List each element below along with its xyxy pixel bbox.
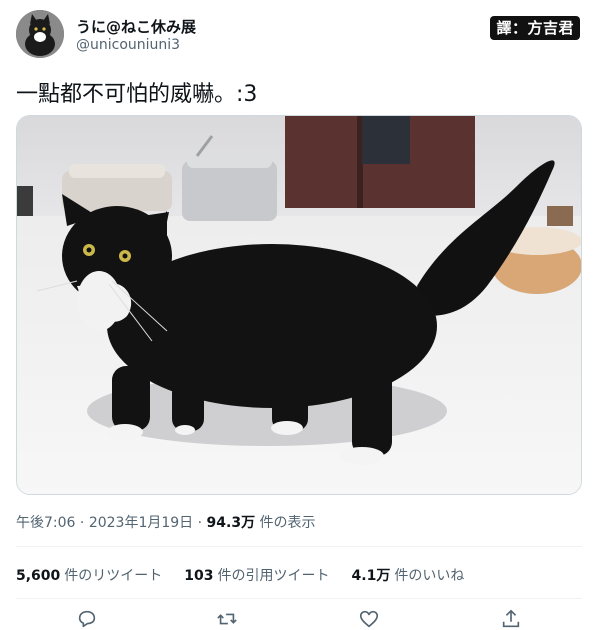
tweet-text: 一點都不可怕的威嚇。:3 bbox=[16, 82, 258, 107]
likes-stat[interactable]: 4.1万 件のいいね bbox=[352, 565, 465, 585]
retweets-label: 件のリツイート bbox=[64, 568, 163, 584]
reply-icon bbox=[78, 610, 96, 628]
quotes-label: 件の引用ツイート bbox=[217, 568, 330, 584]
tweet-stats: 5,600 件のリツイート 103 件の引用ツイート 4.1万 件のいいね bbox=[16, 565, 464, 585]
reply-button[interactable] bbox=[76, 608, 100, 630]
share-button[interactable] bbox=[500, 608, 524, 630]
quotes-stat[interactable]: 103 件の引用ツイート bbox=[184, 565, 329, 585]
share-icon bbox=[502, 609, 520, 628]
views-count: 94.3万 bbox=[206, 515, 256, 531]
tweet-time[interactable]: 午後7:06 bbox=[16, 515, 75, 531]
quotes-count: 103 bbox=[184, 568, 214, 584]
user-display-name[interactable]: うに@ねこ休み展 bbox=[76, 16, 196, 37]
meta-separator: · bbox=[79, 515, 89, 531]
meta-separator: · bbox=[197, 515, 207, 531]
avatar[interactable] bbox=[16, 10, 64, 58]
retweet-icon bbox=[217, 613, 237, 625]
retweets-stat[interactable]: 5,600 件のリツイート bbox=[16, 565, 162, 585]
tweet-photo[interactable] bbox=[16, 115, 582, 495]
cat-photo-image bbox=[17, 116, 581, 494]
like-icon bbox=[359, 610, 379, 628]
likes-count: 4.1万 bbox=[351, 568, 391, 584]
avatar-cat-image bbox=[16, 10, 64, 58]
divider bbox=[16, 598, 582, 599]
user-handle[interactable]: @unicouniuni3 bbox=[76, 37, 180, 53]
tweet-date[interactable]: 2023年1月19日 bbox=[89, 515, 193, 531]
views-label: 件の表示 bbox=[259, 515, 316, 531]
tweet-meta: 午後7:06 · 2023年1月19日 · 94.3万 件の表示 bbox=[16, 512, 316, 532]
tweet-actions bbox=[16, 606, 582, 630]
translator-watermark: 譯：方吉君 bbox=[490, 16, 580, 40]
retweets-count: 5,600 bbox=[16, 568, 61, 584]
tweet-header: うに@ねこ休み展 @unicouniuni3 譯：方吉君 bbox=[16, 10, 582, 60]
divider bbox=[16, 546, 582, 547]
retweet-button[interactable] bbox=[216, 608, 240, 630]
like-button[interactable] bbox=[358, 608, 382, 630]
likes-label: 件のいいね bbox=[394, 568, 465, 584]
